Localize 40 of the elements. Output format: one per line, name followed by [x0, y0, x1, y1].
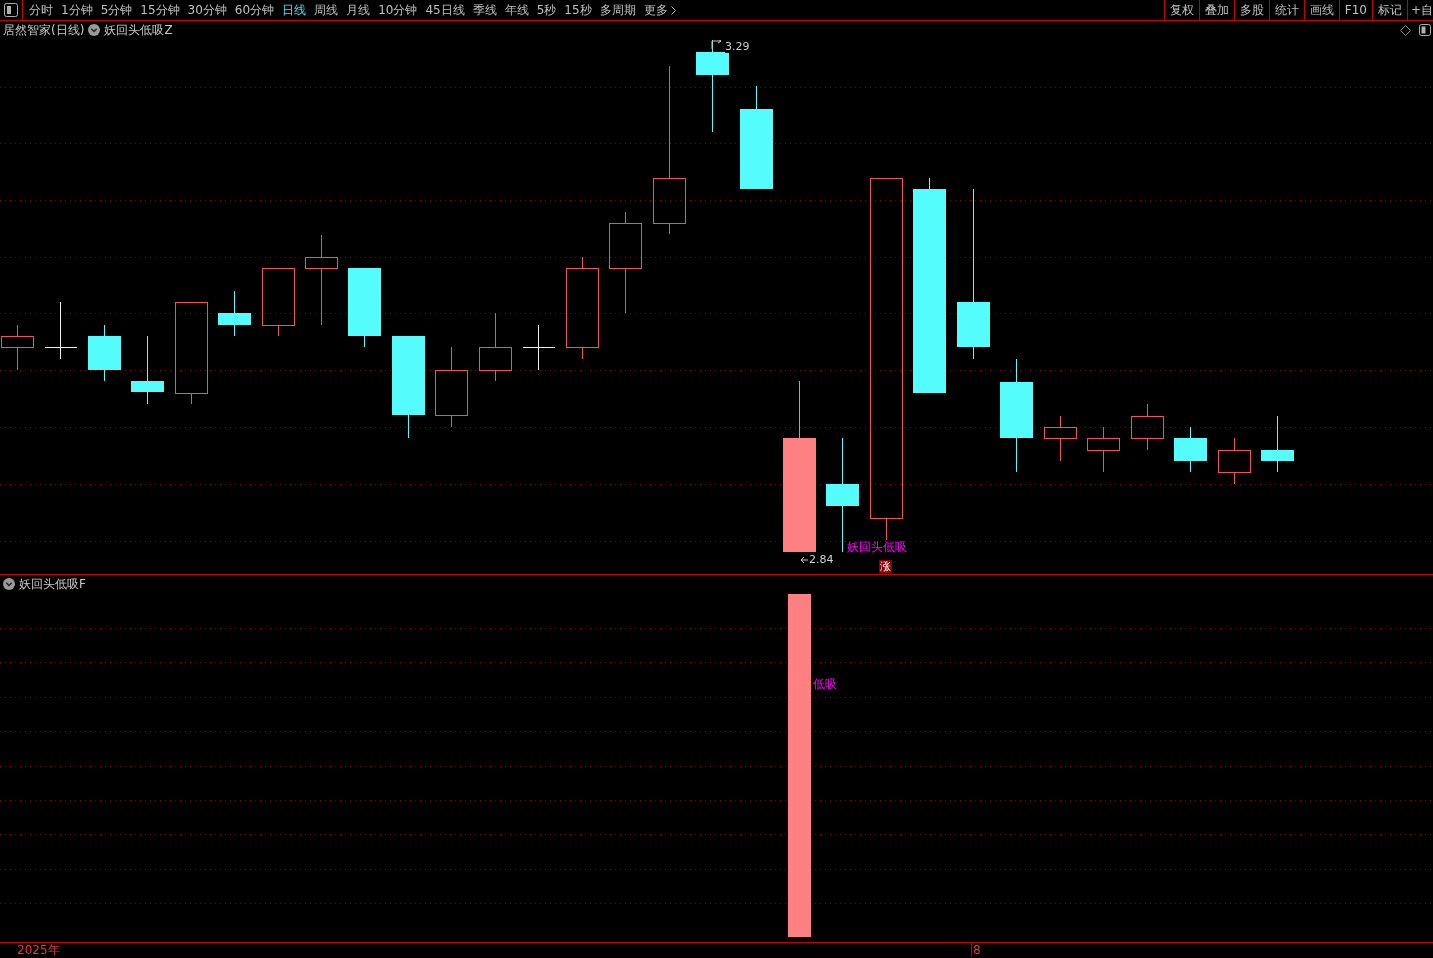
diamond-icon[interactable]	[1400, 24, 1411, 36]
period-tab[interactable]: 多周期	[595, 0, 640, 20]
arrow-left-icon	[800, 556, 808, 564]
panel-icon[interactable]	[1419, 24, 1431, 36]
toolbar-button[interactable]: 叠加	[1198, 0, 1234, 20]
period-tab[interactable]: 15秒	[560, 0, 596, 20]
date-label: 8	[973, 944, 981, 957]
low-price-label: 2.84	[809, 554, 834, 566]
more-button[interactable]: 更多	[639, 0, 680, 20]
period-tab[interactable]: 30分钟	[183, 0, 231, 20]
period-tab[interactable]: 周线	[310, 0, 343, 20]
toolbar-button[interactable]: 标记	[1371, 0, 1407, 20]
period-tab[interactable]: 分时	[25, 0, 57, 20]
stock-title: 居然智家(日线)	[3, 23, 85, 37]
date-label: 2025年	[17, 944, 60, 957]
toolbar-button[interactable]: 复权	[1163, 0, 1199, 20]
sidebar-toggle-icon[interactable]	[4, 3, 18, 17]
toolbar-button[interactable]: +自	[1406, 0, 1433, 20]
toolbar-button[interactable]: 画线	[1303, 0, 1339, 20]
indicator-name: 妖回头低吸F	[19, 577, 86, 591]
toolbar-button[interactable]: 统计	[1268, 0, 1304, 20]
period-tab[interactable]: 季线	[468, 0, 501, 20]
toolbar-button[interactable]: 多股	[1233, 0, 1269, 20]
chevron-down-circle-icon[interactable]	[3, 578, 15, 590]
period-tab[interactable]: 45日线	[421, 0, 469, 20]
period-tab[interactable]: 5秒	[532, 0, 561, 20]
period-tab[interactable]: 10分钟	[374, 0, 422, 20]
period-tab[interactable]: 月线	[342, 0, 375, 20]
period-tab[interactable]: 60分钟	[230, 0, 279, 20]
rise-marker: 涨	[879, 560, 892, 573]
toolbar-button[interactable]: F10	[1338, 0, 1372, 20]
indicator-name: 妖回头低吸Z	[104, 23, 173, 37]
period-tab[interactable]: 15分钟	[136, 0, 184, 20]
period-tab[interactable]: 日线	[278, 0, 311, 20]
period-tab[interactable]: 1分钟	[57, 0, 97, 20]
period-tab[interactable]: 5分钟	[96, 0, 137, 20]
period-tab[interactable]: 年线	[500, 0, 533, 20]
chevron-down-circle-icon[interactable]	[88, 24, 101, 36]
chevron-right-icon	[670, 5, 676, 15]
signal-label: 低吸	[813, 678, 837, 690]
